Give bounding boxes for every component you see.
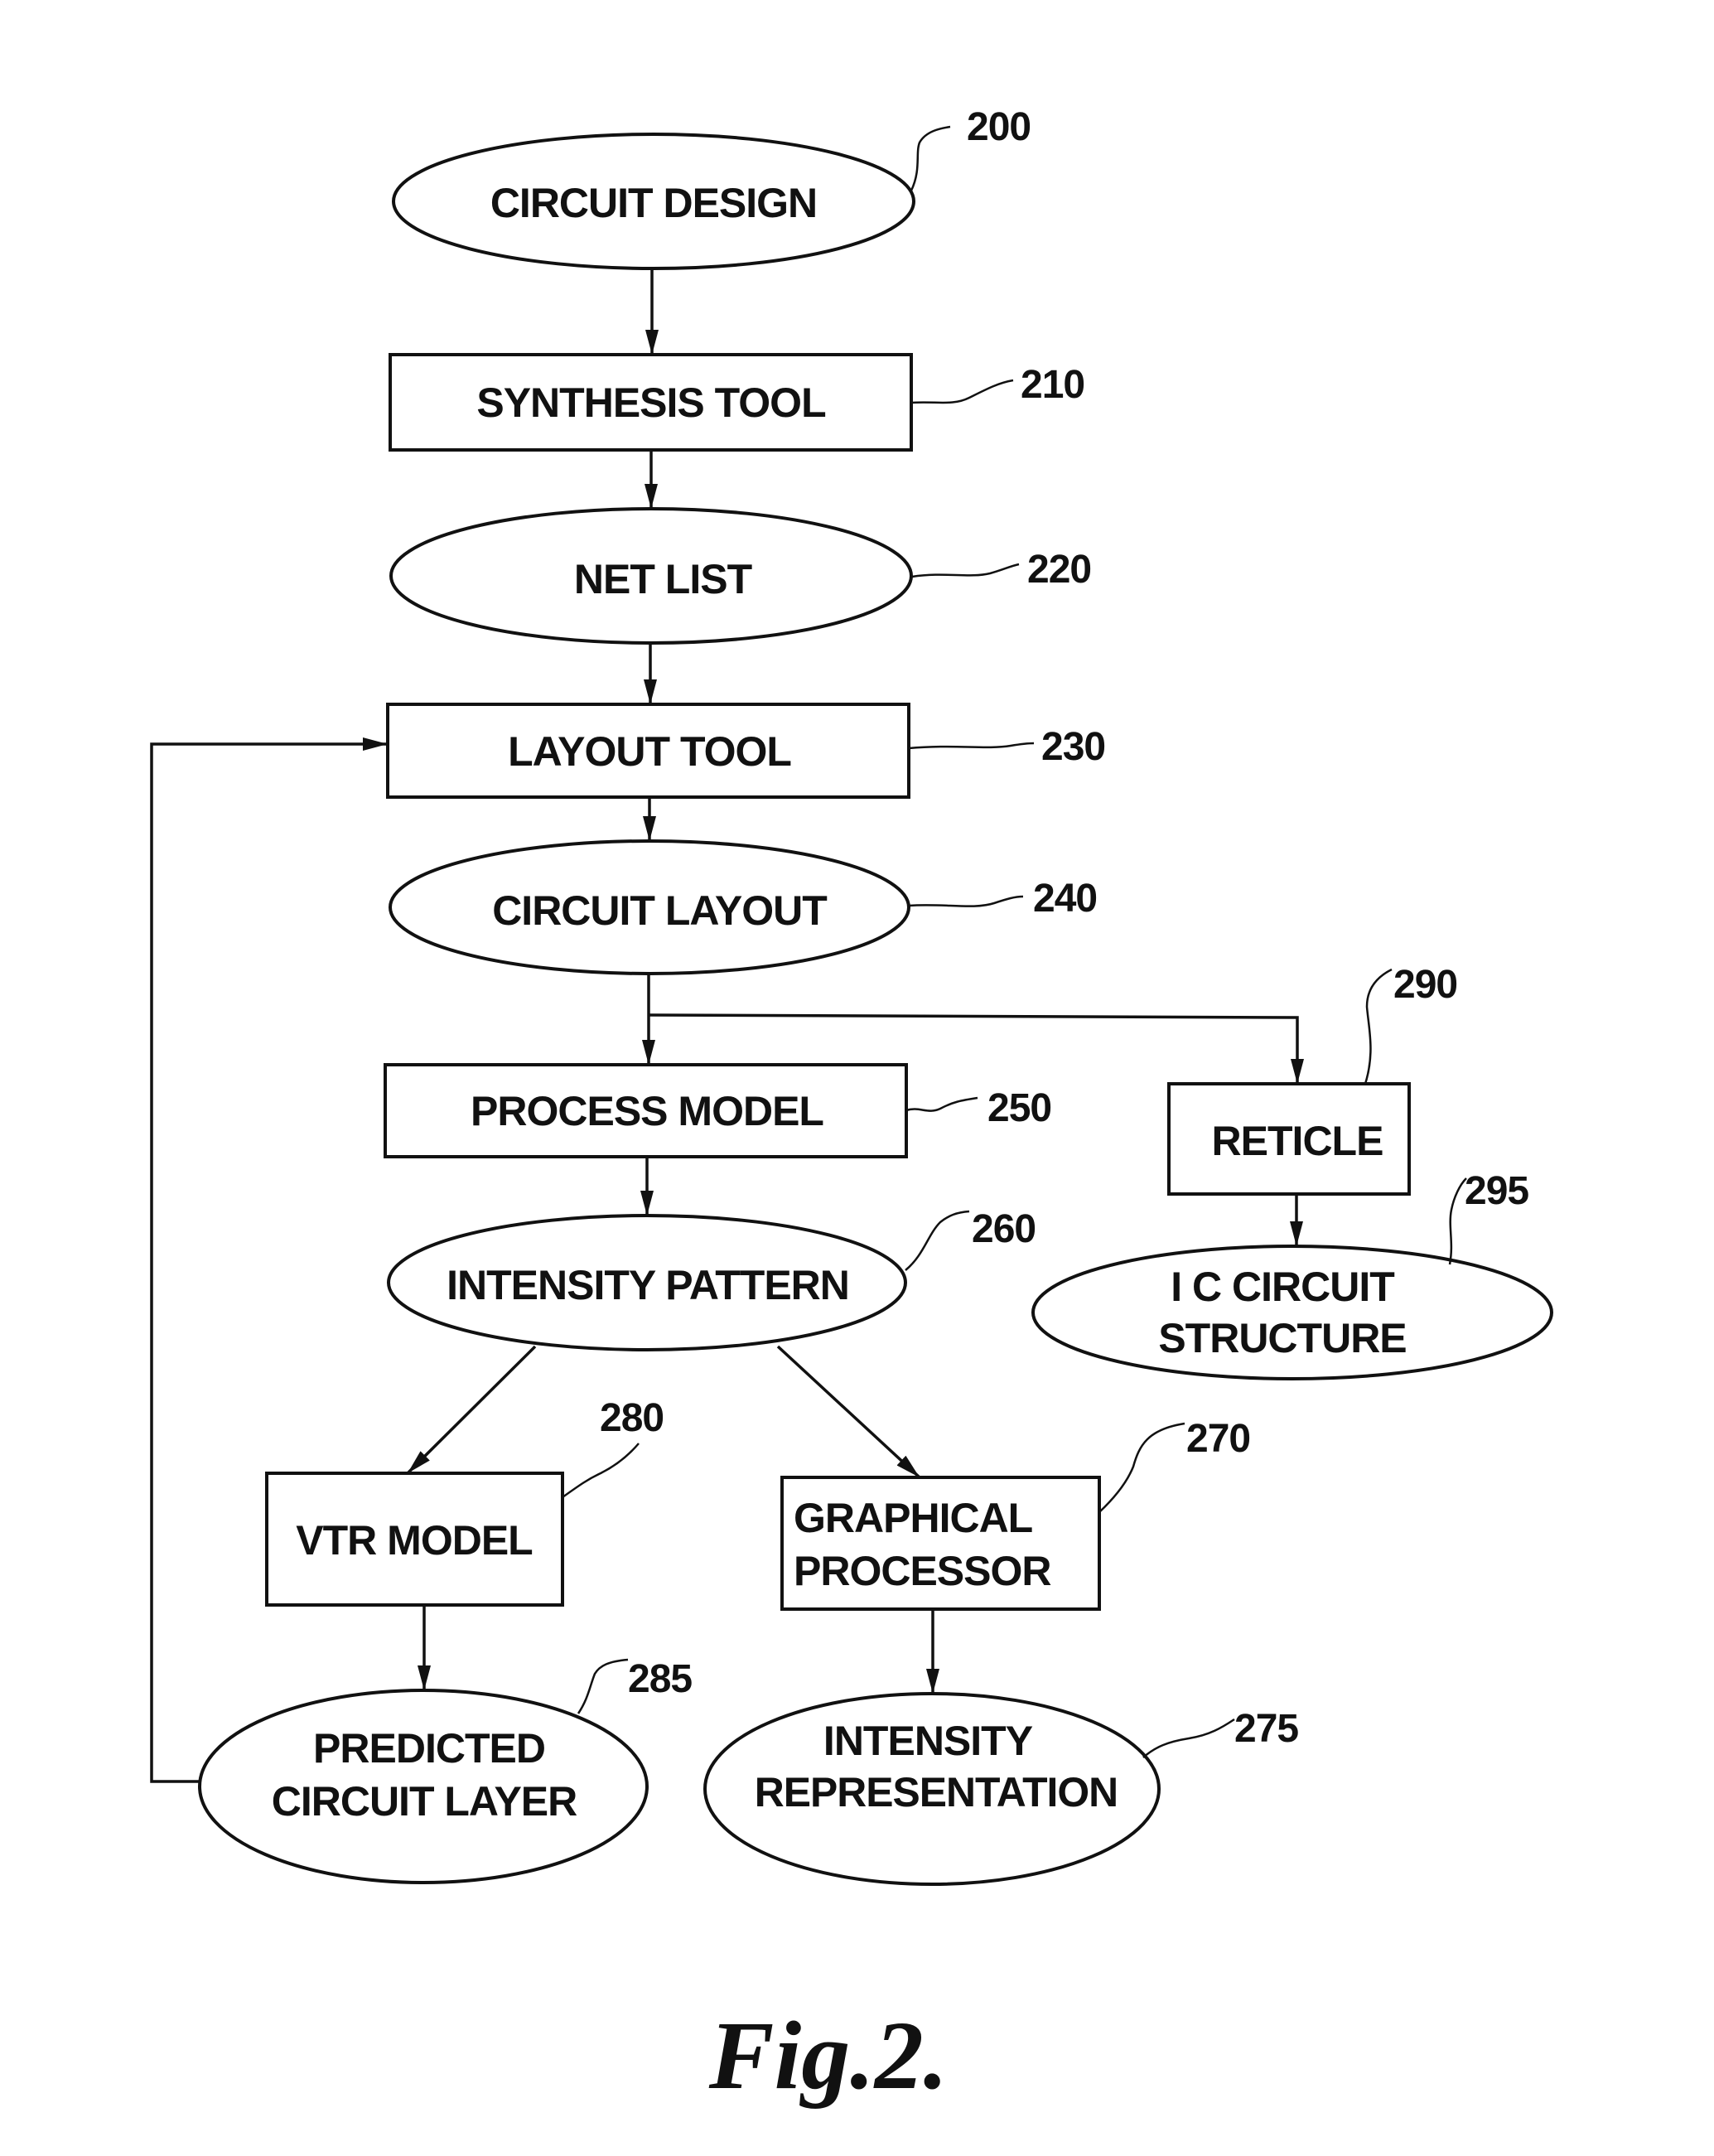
node-label: INTENSITY PATTERN — [447, 1262, 849, 1308]
leader-200 — [910, 125, 951, 191]
leader-280 — [562, 1443, 640, 1499]
ref-label-295: 295 — [1465, 1169, 1528, 1213]
leader-285 — [577, 1658, 629, 1714]
ref-label-230: 230 — [1041, 725, 1105, 769]
ref-label-260: 260 — [972, 1207, 1036, 1251]
node-label: VTR MODEL — [296, 1517, 532, 1564]
node-label: CIRCUIT DESIGN — [490, 180, 817, 226]
node-label-line-2: STRUCTURE — [1158, 1315, 1406, 1361]
node-graphical-processor: GRAPHICAL PROCESSOR — [780, 1476, 1101, 1611]
node-label-line-2: CIRCUIT LAYER — [272, 1778, 577, 1825]
node-label: SYNTHESIS TOOL — [476, 379, 825, 426]
leader-250 — [905, 1096, 978, 1112]
leader-210 — [910, 379, 1014, 404]
node-label: NET LIST — [574, 556, 752, 602]
node-net-list: NET LIST — [389, 507, 913, 645]
leader-260 — [905, 1210, 970, 1271]
ref-label-210: 210 — [1021, 363, 1084, 407]
leader-230 — [908, 742, 1035, 750]
node-predicted-circuit-layer: PREDICTED CIRCUIT LAYER — [198, 1689, 649, 1884]
edge-feedback-predicted-circuit-layer-to-layout-tool — [150, 737, 388, 1783]
node-intensity-representation: INTENSITY REPRESENTATION — [703, 1692, 1161, 1886]
node-process-model: PROCESS MODEL — [384, 1063, 908, 1158]
node-reticle: RETICLE — [1167, 1082, 1411, 1196]
flowchart-diagram: CIRCUIT DESIGN SYNTHESIS TOOL NET LIST L… — [150, 105, 1553, 2110]
ref-label-280: 280 — [600, 1396, 664, 1440]
node-label: LAYOUT TOOL — [508, 728, 791, 775]
leader-275 — [1142, 1718, 1235, 1758]
node-ic-circuit-structure: I C CIRCUIT STRUCTURE — [1031, 1245, 1553, 1380]
ref-label-275: 275 — [1234, 1707, 1298, 1751]
node-synthesis-tool: SYNTHESIS TOOL — [389, 353, 913, 452]
ref-label-285: 285 — [628, 1657, 692, 1701]
node-intensity-pattern: INTENSITY PATTERN — [387, 1214, 907, 1351]
leader-240 — [908, 895, 1024, 907]
node-layout-tool: LAYOUT TOOL — [386, 703, 910, 799]
node-label-line-1: INTENSITY — [823, 1718, 1033, 1764]
node-label: CIRCUIT LAYOUT — [492, 887, 827, 934]
ref-label-270: 270 — [1186, 1417, 1250, 1461]
ref-label-290: 290 — [1393, 963, 1457, 1007]
node-circuit-layout: CIRCUIT LAYOUT — [389, 839, 910, 975]
leader-220 — [911, 563, 1020, 578]
ref-label-220: 220 — [1027, 548, 1091, 592]
ref-label-250: 250 — [987, 1086, 1051, 1130]
edge-intensity-pattern-to-graphical-processor — [776, 1345, 921, 1479]
node-label-line-1: GRAPHICAL — [794, 1495, 1032, 1541]
leader-270 — [1098, 1422, 1185, 1513]
node-circuit-design: CIRCUIT DESIGN — [392, 133, 915, 270]
node-label-line-2: PROCESSOR — [794, 1548, 1051, 1594]
ref-label-200: 200 — [967, 105, 1031, 149]
leader-290 — [1364, 968, 1393, 1085]
node-label-line-2: REPRESENTATION — [755, 1769, 1118, 1815]
node-label: PROCESS MODEL — [471, 1088, 823, 1134]
node-label: RETICLE — [1212, 1118, 1383, 1164]
node-label-line-1: PREDICTED — [313, 1725, 545, 1772]
edge-intensity-pattern-to-vtr-model — [406, 1345, 537, 1475]
node-vtr-model: VTR MODEL — [265, 1472, 564, 1607]
node-label-line-1: I C CIRCUIT — [1171, 1264, 1394, 1310]
leader-295 — [1448, 1177, 1467, 1265]
ref-label-240: 240 — [1033, 877, 1097, 921]
figure-caption: Fig.2. — [708, 2001, 949, 2110]
